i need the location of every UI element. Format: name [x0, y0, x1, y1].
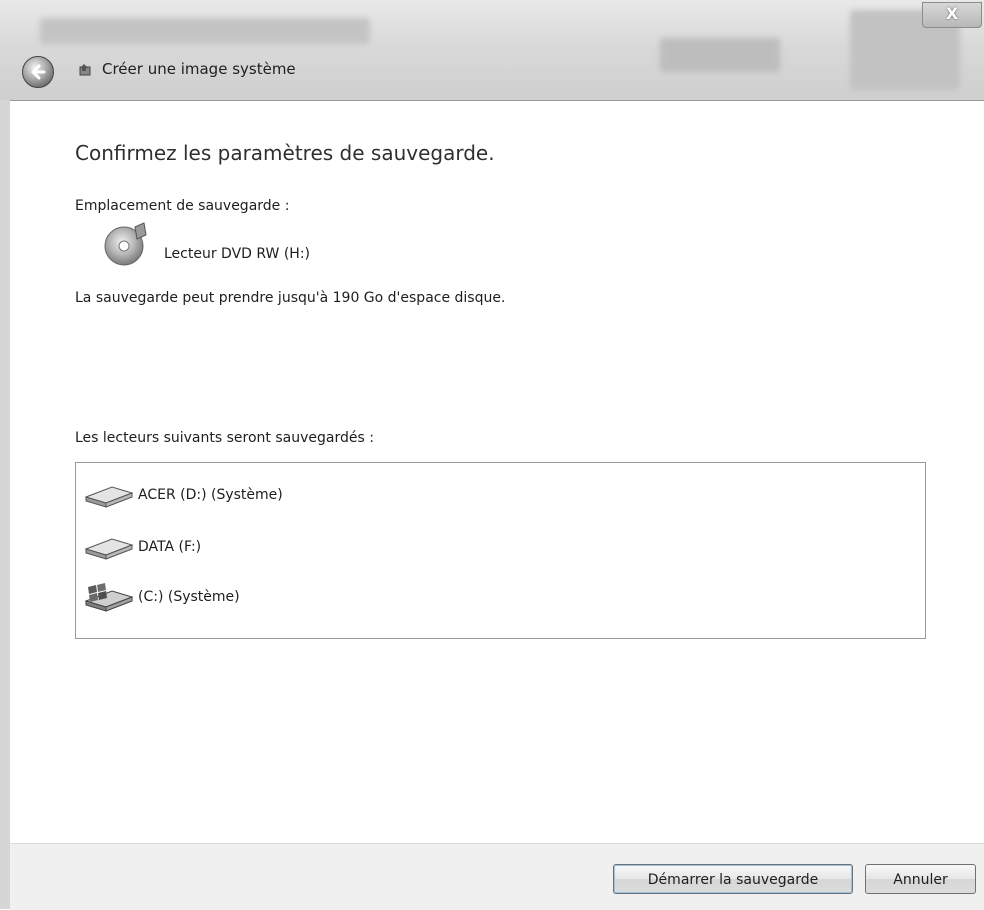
back-arrow-icon [31, 64, 46, 80]
drive-name: ACER (D:) (Système) [138, 487, 283, 503]
windows-drive-icon [82, 583, 136, 617]
dvd-drive-icon [100, 222, 156, 274]
hard-drive-icon [82, 533, 136, 565]
window-title: Créer une image système [102, 60, 296, 78]
close-button[interactable]: X [922, 2, 982, 28]
backup-device-name: Lecteur DVD RW (H:) [164, 246, 311, 262]
backup-icon [78, 62, 94, 82]
cancel-button[interactable]: Annuler [865, 864, 976, 894]
page-heading: Confirmez les paramètres de sauvegarde. [75, 141, 495, 165]
start-backup-button[interactable]: Démarrer la sauvegarde [613, 864, 853, 894]
drives-list-label: Les lecteurs suivants seront sauvegardés… [75, 430, 374, 446]
drive-name: DATA (F:) [138, 539, 202, 555]
back-button[interactable] [22, 56, 54, 88]
hard-drive-icon [82, 481, 136, 513]
space-required-note: La sauvegarde peut prendre jusqu'à 190 G… [75, 290, 506, 306]
drive-name: (C:) (Système) [138, 589, 240, 605]
background-blur [40, 18, 370, 44]
window-titlebar: X Créer une image système [0, 0, 984, 101]
backup-location-label: Emplacement de sauvegarde : [75, 198, 290, 214]
window-edge [0, 100, 10, 909]
background-blur [660, 38, 780, 72]
drives-list: ACER (D:) (Système) DATA (F:) (C:) (Syst… [75, 462, 926, 639]
